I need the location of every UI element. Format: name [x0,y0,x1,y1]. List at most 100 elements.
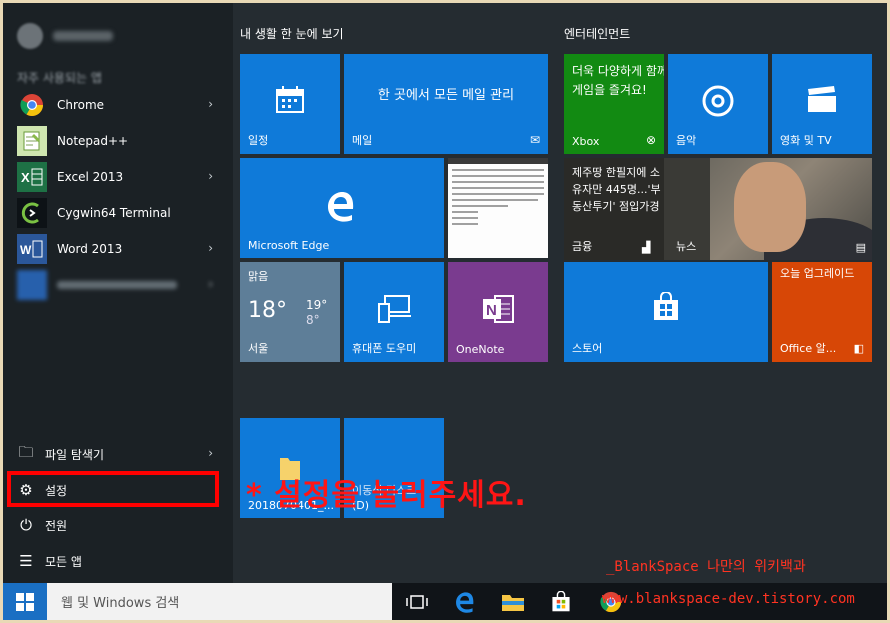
tile-label: 일정 [248,134,269,147]
xbox-headline: 더욱 다양하게 함께 게임을 즐겨요! [572,64,664,97]
app-label: Chrome [57,98,105,112]
start-button[interactable] [3,583,47,620]
group-header-life[interactable]: 내 생활 한 눈에 보기 [240,25,344,42]
tile-weather[interactable]: 맑음 18° 19° 8° 서울 [240,262,340,362]
tile-label: 스토어 [572,342,603,355]
office-icon: ◧ [853,342,864,355]
store-bag-icon [552,590,570,611]
all-apps-button[interactable]: ☰ 모든 앱 [17,546,217,576]
tile-edge[interactable]: Microsoft Edge [240,158,444,258]
group-header-entertainment[interactable]: 엔터테인먼트 [564,25,630,42]
app-chrome[interactable]: Chrome › [17,89,217,121]
app-cygwin[interactable]: Cygwin64 Terminal [17,197,217,229]
svg-text:N: N [486,302,497,319]
app-notepad-plus-plus[interactable]: Notepad++ [17,125,217,157]
power-icon: ⏻ [20,516,32,534]
tile-document-preview[interactable] [448,158,548,258]
chevron-right-icon[interactable]: › [208,169,213,183]
mail-icon: ✉ [529,133,540,147]
tile-xbox[interactable]: 더욱 다양하게 함께 게임을 즐겨요! Xbox ⊗ [564,54,664,154]
annotation-text: * 설정을 눌러주세요. [246,478,527,513]
tile-label: Office 알... [780,342,837,355]
user-account[interactable] [17,23,113,49]
tile-label: 금융 [572,240,593,253]
office-headline: 오늘 업그레이드 [780,267,855,280]
tile-label: 서울 [248,342,269,355]
weather-condition: 맑음 [248,270,269,283]
app-excel[interactable]: X Excel 2013 › [17,161,217,193]
list-icon: ☰ [19,552,33,570]
taskbar-edge[interactable] [441,583,489,620]
store-bag-icon [654,292,678,320]
word-icon: W [17,234,47,264]
power-button[interactable]: ⏻ 전원 [17,510,217,540]
tile-label: 휴대폰 도우미 [352,342,417,355]
visual-studio-icon [17,270,47,300]
power-label: 전원 [45,518,68,533]
search-placeholder: 웹 및 Windows 검색 [61,596,180,611]
music-icon [702,85,734,117]
app-label: Cygwin64 Terminal [57,206,171,220]
chrome-icon [17,90,47,120]
tile-label: 음악 [676,134,697,147]
folder-icon: 🗀 [18,442,34,461]
blurred-app-label [57,281,177,289]
all-apps-label: 모든 앱 [45,554,82,569]
mail-headline: 한 곳에서 모든 메일 관리 [377,88,515,103]
task-view-icon [406,594,428,609]
chevron-right-icon[interactable]: › [208,446,213,460]
app-word[interactable]: W Word 2013 › [17,233,217,265]
tile-phone-companion[interactable]: 휴대폰 도우미 [344,262,444,362]
tile-music[interactable]: 음악 [668,54,768,154]
avatar [17,23,43,49]
tile-office[interactable]: 오늘 업그레이드 Office 알... ◧ [772,262,872,362]
task-view-button[interactable] [393,583,441,620]
tile-label: Xbox [572,135,600,148]
windows-logo-icon [16,592,34,611]
newspaper-icon: ▤ [855,241,866,254]
onenote-icon: N [483,295,514,323]
watermark-url: www.blankspace-dev.tistory.com [602,591,855,607]
tile-finance-news[interactable]: 제주땅 한필지에 소유자만 445명...'부동산투기' 점입가경 금융 ▟ 뉴… [564,158,872,260]
app-label: Excel 2013 [57,170,124,184]
svg-text:W: W [20,243,32,257]
file-explorer-label: 파일 탐색기 [45,447,105,462]
clapperboard-icon [808,86,836,112]
document-thumbnail [448,158,548,225]
chevron-right-icon[interactable]: › [208,241,213,255]
tile-onenote[interactable]: N OneNote [448,262,548,362]
watermark-title: _BlankSpace 나만의 위키백과 [606,559,806,575]
search-box[interactable]: 웹 및 Windows 검색 [47,583,392,620]
edge-icon [328,192,354,222]
tile-label-news: 뉴스 [676,240,697,253]
app-blurred[interactable]: › [17,269,217,301]
tile-movies-tv[interactable]: 영화 및 TV [772,54,872,154]
tile-label: 메일 [352,134,373,147]
user-name [53,31,113,41]
taskbar-store[interactable] [537,583,585,620]
tile-label: 영화 및 TV [780,134,832,147]
most-used-header: 자주 사용되는 앱 [17,71,102,85]
news-photo-face [734,162,806,252]
finance-headline: 제주땅 한필지에 소유자만 445명...'부동산투기' 점입가경 [572,166,661,213]
chart-icon: ▟ [642,241,651,254]
app-label: Word 2013 [57,242,123,256]
chevron-right-icon[interactable]: › [208,277,213,291]
notepad-plus-plus-icon [17,126,47,156]
tile-label: Microsoft Edge [248,239,330,252]
svg-text:X: X [21,170,30,185]
chevron-right-icon[interactable]: › [208,97,213,111]
edge-icon [456,591,474,613]
cygwin-icon [17,198,47,228]
tile-calendar[interactable]: 일정 [240,54,340,154]
tile-store[interactable]: 스토어 [564,262,768,362]
calendar-icon [276,86,304,113]
file-explorer[interactable]: 🗀 파일 탐색기 › [17,439,217,469]
xbox-icon: ⊗ [645,133,656,147]
app-label: Notepad++ [57,134,129,148]
tile-mail[interactable]: 한 곳에서 모든 메일 관리 메일 ✉ [344,54,548,154]
settings-highlight-box [7,471,219,507]
taskbar-file-explorer[interactable] [489,583,537,620]
weather-low: 8° [306,313,320,327]
weather-high: 19° [306,298,328,312]
